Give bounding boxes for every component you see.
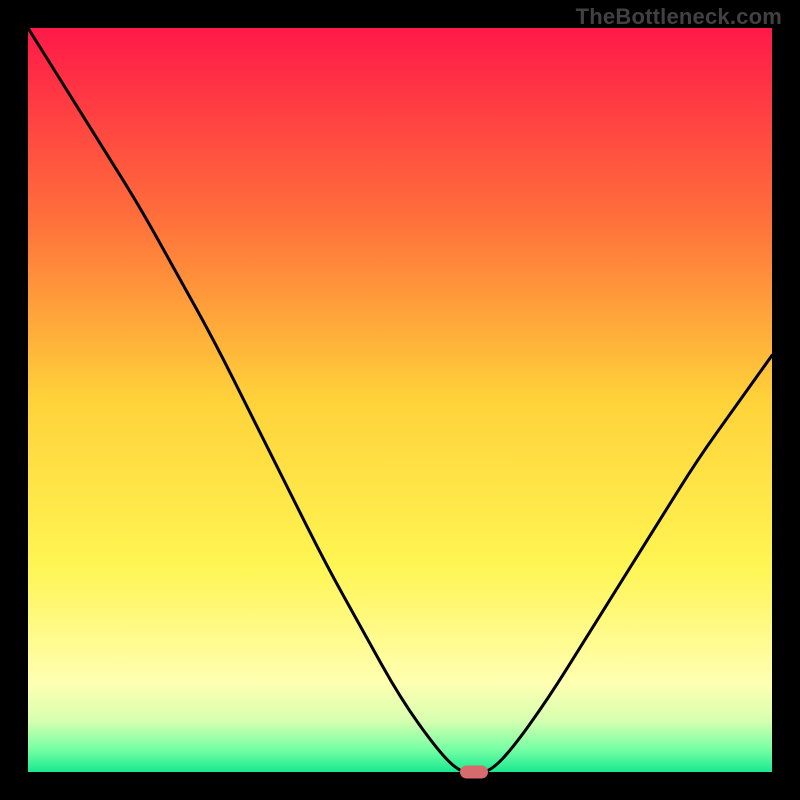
gradient-rect xyxy=(28,28,772,772)
chart-frame: TheBottleneck.com xyxy=(0,0,800,800)
plot-area xyxy=(28,28,772,772)
watermark-text: TheBottleneck.com xyxy=(576,4,782,30)
plot-svg xyxy=(28,28,772,772)
optimum-marker xyxy=(460,766,488,779)
